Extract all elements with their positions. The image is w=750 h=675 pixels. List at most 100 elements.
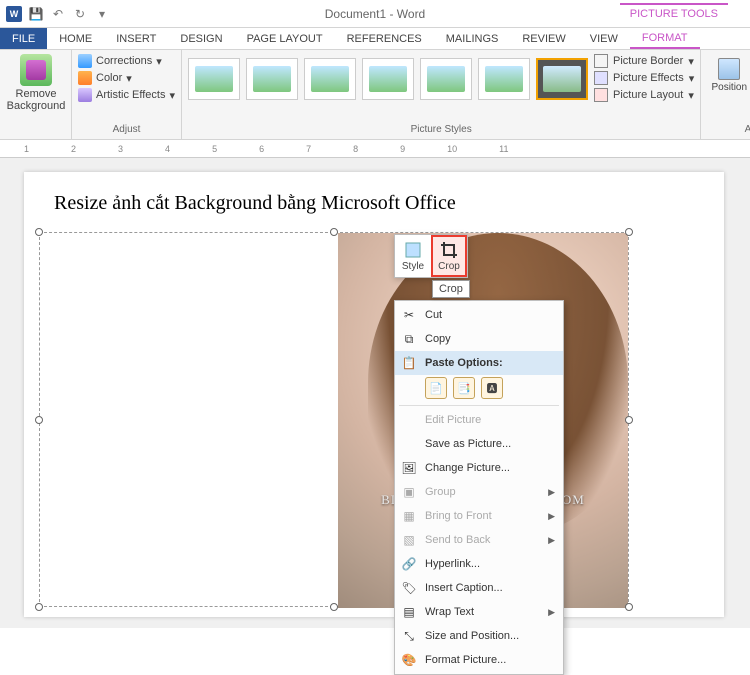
hyperlink-icon: 🔗	[401, 556, 417, 572]
mini-crop-button[interactable]: Crop	[431, 235, 467, 277]
style-thumb-6[interactable]	[478, 58, 530, 100]
picture-styles-group-label: Picture Styles	[188, 122, 694, 135]
color-button[interactable]: Color ▾	[78, 71, 175, 85]
mini-crop-label: Crop	[438, 261, 460, 272]
picture-effects-button[interactable]: Picture Effects ▾	[594, 71, 694, 85]
tab-mailings[interactable]: MAILINGS	[434, 28, 511, 49]
copy-icon: ⧉	[401, 331, 417, 347]
tab-references[interactable]: REFERENCES	[335, 28, 434, 49]
bring-front-icon: ▦	[401, 508, 417, 524]
dropdown-caret-icon: ▾	[156, 55, 162, 68]
ruler-mark: 1	[24, 144, 29, 154]
picture-styles-gallery[interactable]	[188, 54, 588, 104]
paste-option-keep-source[interactable]: 📄	[425, 377, 447, 399]
color-icon	[78, 71, 92, 85]
ctx-insert-caption[interactable]: 🏷Insert Caption...	[395, 576, 563, 600]
picture-layout-icon	[594, 88, 608, 102]
ctx-change-picture-label: Change Picture...	[425, 462, 510, 474]
picture-border-icon	[594, 54, 608, 68]
document-area[interactable]: Resize ảnh cắt Background bằng Microsoft…	[0, 158, 750, 628]
corrections-button[interactable]: Corrections ▾	[78, 54, 175, 68]
format-picture-icon: 🎨	[401, 652, 417, 668]
caption-icon: 🏷	[401, 580, 417, 596]
ruler-mark: 10	[447, 144, 457, 154]
style-thumb-5[interactable]	[420, 58, 472, 100]
remove-background-button[interactable]: Remove Background	[6, 54, 66, 112]
ribbon: Remove Background Corrections ▾ Color ▾ …	[0, 50, 750, 140]
style-thumb-2[interactable]	[246, 58, 298, 100]
picture-border-button[interactable]: Picture Border ▾	[594, 54, 694, 68]
customize-qat-icon[interactable]: ▾	[94, 6, 110, 22]
tab-view[interactable]: VIEW	[578, 28, 630, 49]
remove-background-icon	[20, 54, 52, 86]
horizontal-ruler[interactable]: 1 2 3 4 5 6 7 8 9 10 11	[0, 140, 750, 158]
ribbon-tabs: FILE HOME INSERT DESIGN PAGE LAYOUT REFE…	[0, 28, 750, 50]
dropdown-caret-icon: ▾	[169, 89, 175, 102]
paste-icon: 📋	[401, 355, 417, 371]
ruler-mark: 4	[165, 144, 170, 154]
ctx-paste-options-label: Paste Options:	[425, 357, 503, 369]
resize-handle-right[interactable]	[625, 416, 633, 424]
tab-design[interactable]: DESIGN	[168, 28, 234, 49]
undo-icon[interactable]: ↶	[50, 6, 66, 22]
submenu-arrow-icon: ▶	[548, 607, 555, 618]
word-app-icon: W	[6, 6, 22, 22]
tab-review[interactable]: REVIEW	[510, 28, 577, 49]
picture-border-label: Picture Border	[613, 55, 683, 67]
style-thumb-4[interactable]	[362, 58, 414, 100]
tab-home[interactable]: HOME	[47, 28, 104, 49]
artistic-effects-button[interactable]: Artistic Effects ▾	[78, 88, 175, 102]
artistic-effects-label: Artistic Effects	[96, 89, 165, 101]
cut-icon: ✂	[401, 307, 417, 323]
ruler-mark: 9	[400, 144, 405, 154]
document-heading[interactable]: Resize ảnh cắt Background bằng Microsoft…	[54, 192, 694, 215]
ctx-group: ▣Group▶	[395, 480, 563, 504]
submenu-arrow-icon: ▶	[548, 487, 555, 498]
resize-handle-bottom[interactable]	[330, 603, 338, 611]
ctx-copy[interactable]: ⧉Copy	[395, 327, 563, 351]
picture-layout-button[interactable]: Picture Layout ▾	[594, 88, 694, 102]
paste-option-picture[interactable]: 🅰	[481, 377, 503, 399]
ruler-mark: 5	[212, 144, 217, 154]
position-label: Position	[711, 82, 747, 93]
paste-option-merge[interactable]: 📑	[453, 377, 475, 399]
page[interactable]: Resize ảnh cắt Background bằng Microsoft…	[24, 172, 724, 617]
ctx-bring-front: ▦Bring to Front▶	[395, 504, 563, 528]
resize-handle-bottom-left[interactable]	[35, 603, 43, 611]
resize-handle-top-left[interactable]	[35, 228, 43, 236]
ctx-change-picture[interactable]: 🖼Change Picture...	[395, 456, 563, 480]
dropdown-caret-icon: ▾	[688, 55, 694, 68]
dropdown-caret-icon: ▾	[688, 89, 694, 102]
style-thumb-1[interactable]	[188, 58, 240, 100]
resize-handle-top-right[interactable]	[625, 228, 633, 236]
remove-background-label: Remove Background	[6, 88, 66, 112]
ctx-cut[interactable]: ✂Cut	[395, 303, 563, 327]
corrections-icon	[78, 54, 92, 68]
resize-handle-top[interactable]	[330, 228, 338, 236]
ctx-paste-options[interactable]: 📋 Paste Options:	[395, 351, 563, 375]
redo-icon[interactable]: ↻	[72, 6, 88, 22]
style-thumb-3[interactable]	[304, 58, 356, 100]
resize-handle-left[interactable]	[35, 416, 43, 424]
ctx-wrap-text[interactable]: ▤Wrap Text▶	[395, 600, 563, 624]
save-icon[interactable]: 💾	[28, 6, 44, 22]
crop-icon	[440, 241, 458, 259]
dropdown-caret-icon: ▾	[126, 72, 132, 85]
tab-file[interactable]: FILE	[0, 28, 47, 49]
ruler-mark: 8	[353, 144, 358, 154]
ctx-hyperlink-label: Hyperlink...	[425, 558, 480, 570]
resize-handle-bottom-right[interactable]	[625, 603, 633, 611]
ctx-hyperlink[interactable]: 🔗 Hyperlink...	[395, 552, 563, 576]
style-thumb-7-selected[interactable]	[536, 58, 588, 100]
ctx-bring-front-label: Bring to Front	[425, 510, 492, 522]
mini-style-button[interactable]: Style	[395, 235, 431, 277]
tab-format[interactable]: FORMAT	[630, 28, 700, 49]
tab-insert[interactable]: INSERT	[104, 28, 168, 49]
ctx-format-picture[interactable]: 🎨Format Picture...	[395, 648, 563, 672]
mini-toolbar: Style Crop	[394, 234, 468, 278]
ctx-save-as-picture[interactable]: Save as Picture...	[395, 432, 563, 456]
tab-page-layout[interactable]: PAGE LAYOUT	[235, 28, 335, 49]
ctx-wrap-text-label: Wrap Text	[425, 606, 474, 618]
position-button[interactable]: Position	[711, 58, 747, 104]
ctx-size-position[interactable]: ⤡Size and Position...	[395, 624, 563, 648]
